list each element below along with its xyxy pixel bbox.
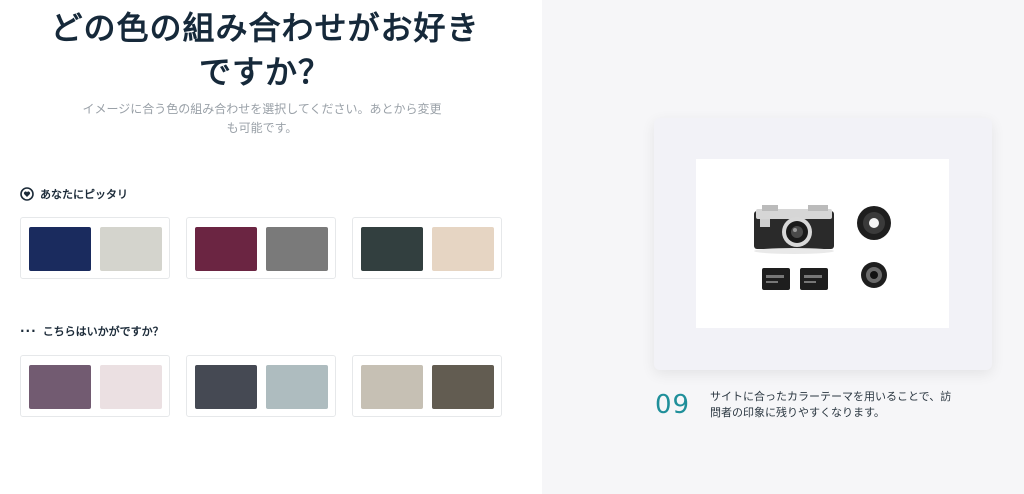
title-line-1: どの色の組み合わせがお好き: [50, 9, 480, 47]
palette-option-5[interactable]: [186, 355, 336, 417]
heart-badge-icon: [20, 187, 34, 201]
section-label-text: あなたにピッタリ: [40, 188, 128, 201]
palette-option-3[interactable]: [352, 217, 502, 279]
palette-color-primary: [29, 365, 91, 409]
ellipsis-icon: ···: [20, 324, 37, 338]
caption-line-1: サイトに合ったカラーテーマを用いることで、訪: [710, 390, 952, 403]
page-title: どの色の組み合わせがお好き ですか？: [20, 6, 510, 94]
palette-color-secondary: [100, 227, 162, 271]
battery-icon: [762, 268, 828, 290]
preview-card: [654, 118, 992, 370]
section-label-text: こちらはいかがですか？: [42, 325, 164, 338]
palette-color-primary: [361, 365, 423, 409]
section-label-recommended: あなたにピッタリ: [20, 186, 128, 202]
color-selection-panel: どの色の組み合わせがお好き ですか？ イメージに合う色の組み合わせを選択してくだ…: [0, 0, 542, 494]
palette-color-secondary: [432, 365, 494, 409]
lens-icon: [861, 262, 887, 288]
section-label-suggestions: ··· こちらはいかがですか？: [20, 323, 164, 339]
palette-color-primary: [361, 227, 423, 271]
palette-option-6[interactable]: [352, 355, 502, 417]
camera-photo: [696, 159, 949, 328]
lens-icon: [857, 206, 891, 240]
step-number: 09: [655, 390, 691, 420]
palette-color-primary: [195, 227, 257, 271]
camera-icon: [754, 205, 834, 254]
palette-option-4[interactable]: [20, 355, 170, 417]
palette-color-secondary: [266, 365, 328, 409]
preview-panel: 09 サイトに合ったカラーテーマを用いることで、訪 問者の印象に残りやすくなりま…: [542, 0, 1024, 494]
page-subtitle: イメージに合う色の組み合わせを選択してください。あとから変更 も可能です。: [60, 100, 464, 138]
palette-color-secondary: [266, 227, 328, 271]
step-caption: サイトに合ったカラーテーマを用いることで、訪 問者の印象に残りやすくなります。: [710, 389, 988, 421]
caption-line-2: 問者の印象に残りやすくなります。: [710, 406, 885, 419]
palette-color-secondary: [432, 227, 494, 271]
subtitle-line-2: も可能です。: [226, 121, 298, 135]
palette-color-primary: [195, 365, 257, 409]
palette-color-primary: [29, 227, 91, 271]
palette-option-1[interactable]: [20, 217, 170, 279]
palette-option-2[interactable]: [186, 217, 336, 279]
title-line-2: ですか？: [198, 53, 331, 91]
palette-color-secondary: [100, 365, 162, 409]
subtitle-line-1: イメージに合う色の組み合わせを選択してください。あとから変更: [82, 102, 442, 116]
